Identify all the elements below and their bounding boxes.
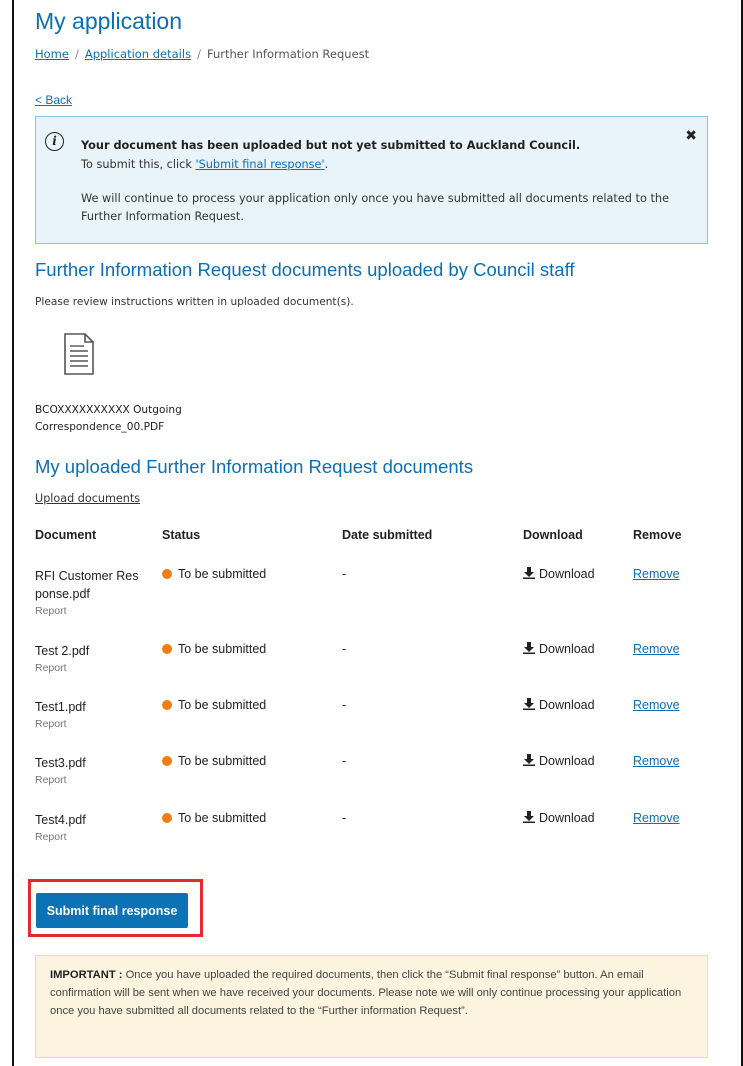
remove-link[interactable]: Remove <box>633 698 680 712</box>
column-header-remove: Remove <box>633 528 682 542</box>
download-icon <box>523 567 535 579</box>
status-text: To be submitted <box>178 811 267 825</box>
download-icon <box>523 754 535 766</box>
download-label: Download <box>539 698 595 712</box>
status-text: To be submitted <box>178 567 267 581</box>
breadcrumb-current: Further Information Request <box>206 47 370 61</box>
important-body: Once you have uploaded the required docu… <box>50 969 682 1017</box>
remove-link[interactable]: Remove <box>633 567 680 581</box>
remove-link[interactable]: Remove <box>633 754 680 768</box>
download-button[interactable]: Download <box>523 642 595 656</box>
notice-text-line: We will continue to process your applica… <box>81 192 670 205</box>
document-icon <box>64 333 94 375</box>
breadcrumb-home-link[interactable]: Home <box>35 47 69 61</box>
page-title: My application <box>35 8 183 34</box>
download-button[interactable]: Download <box>523 754 595 768</box>
notice-instruction-suffix: . <box>324 158 329 171</box>
document-name: Test4.pdf <box>35 813 86 827</box>
status-dot-icon <box>162 813 172 823</box>
document-type: Report <box>35 662 67 674</box>
download-button[interactable]: Download <box>523 811 595 825</box>
column-header-status: Status <box>162 528 201 542</box>
column-header-date-submitted: Date submitted <box>342 528 433 542</box>
status-badge: To be submitted <box>162 698 266 712</box>
status-text: To be submitted <box>178 754 267 768</box>
download-icon <box>523 698 535 710</box>
breadcrumb-application-details-link[interactable]: Application details <box>85 47 191 61</box>
remove-link[interactable]: Remove <box>633 642 680 656</box>
info-icon: i <box>45 132 64 151</box>
breadcrumb: Home / Application details / Further Informa… <box>35 47 369 61</box>
download-label: Download <box>539 754 595 768</box>
submit-final-response-button[interactable]: Submit final response <box>36 893 188 928</box>
important-label: IMPORTANT : <box>50 969 123 981</box>
filename-line: BCOXXXXXXXXXX Outgoing <box>35 404 182 416</box>
status-dot-icon <box>162 644 172 654</box>
download-button[interactable]: Download <box>523 567 595 581</box>
status-text: To be submitted <box>178 698 267 712</box>
status-badge: To be submitted <box>162 811 266 825</box>
status-badge: To be submitted <box>162 754 266 768</box>
table-row: Test3.pdf Report To be submitted - Downl… <box>35 754 710 804</box>
date-submitted: - <box>342 811 347 825</box>
council-docs-instructions: Please review instructions written in up… <box>35 296 354 308</box>
table-row: Test4.pdf Report To be submitted - Downl… <box>35 811 710 861</box>
council-docs-heading: Further Information Request documents up… <box>35 259 575 280</box>
notice-instruction: To submit this, click 'Submit final resp… <box>81 158 328 171</box>
document-name: Test1.pdf <box>35 700 86 714</box>
council-document-filename: BCOXXXXXXXXXX Outgoing Correspondence_00… <box>35 402 210 436</box>
status-badge: To be submitted <box>162 567 266 581</box>
column-header-download: Download <box>523 528 583 542</box>
download-label: Download <box>539 567 595 581</box>
document-name: Test3.pdf <box>35 756 86 770</box>
document-type: Report <box>35 718 67 730</box>
date-submitted: - <box>342 754 347 768</box>
download-icon <box>523 811 535 823</box>
download-label: Download <box>539 811 595 825</box>
column-header-document: Document <box>35 528 97 542</box>
status-dot-icon <box>162 569 172 579</box>
important-notice: IMPORTANT : Once you have uploaded the r… <box>35 955 708 1058</box>
notice-instruction-prefix: To submit this, click <box>81 158 196 171</box>
document-name: Test 2.pdf <box>35 644 90 658</box>
notice-submit-link[interactable]: 'Submit final response' <box>196 158 325 171</box>
important-notice-text: IMPORTANT : Once you have uploaded the r… <box>50 966 700 1020</box>
my-docs-heading: My uploaded Further Information Request … <box>35 456 474 477</box>
status-badge: To be submitted <box>162 642 266 656</box>
status-dot-icon <box>162 700 172 710</box>
document-type: Report <box>35 774 67 786</box>
remove-link[interactable]: Remove <box>633 811 680 825</box>
document-type: Report <box>35 831 67 843</box>
close-icon[interactable]: ✖ <box>685 128 697 144</box>
status-text: To be submitted <box>178 642 267 656</box>
table-row: RFI Customer Res ponse.pdf Report To be … <box>35 567 710 617</box>
notice-text-line: Further Information Request. <box>81 210 244 223</box>
status-dot-icon <box>162 756 172 766</box>
date-submitted: - <box>342 642 347 656</box>
download-icon <box>523 642 535 654</box>
breadcrumb-separator: / <box>74 47 79 61</box>
download-button[interactable]: Download <box>523 698 595 712</box>
back-link[interactable]: < Back <box>35 93 72 107</box>
date-submitted: - <box>342 698 347 712</box>
document-type: Report <box>35 605 67 617</box>
document-name: RFI Customer Res ponse.pdf <box>35 569 139 601</box>
download-label: Download <box>539 642 595 656</box>
filename-line: Correspondence_00.PDF <box>35 421 165 433</box>
table-row: Test 2.pdf Report To be submitted - Down… <box>35 642 710 692</box>
upload-documents-link[interactable]: Upload documents <box>35 492 140 505</box>
table-row: Test1.pdf Report To be submitted - Downl… <box>35 698 710 748</box>
window-border-left <box>12 0 14 1066</box>
date-submitted: - <box>342 567 347 581</box>
breadcrumb-separator: / <box>197 47 201 61</box>
upload-notice: i Your document has been uploaded but no… <box>35 116 708 244</box>
notice-headline: Your document has been uploaded but not … <box>81 139 581 152</box>
